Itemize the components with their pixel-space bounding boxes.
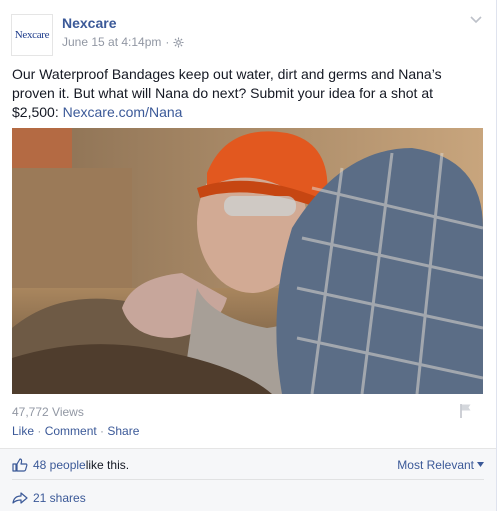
thumbs-up-icon <box>12 457 28 472</box>
post-card: Nexcare Nexcare June 15 at 4:14pm · Our … <box>0 0 497 511</box>
meta-separator: · <box>165 35 170 49</box>
video-frame <box>12 128 483 394</box>
shares-link[interactable]: 21 shares <box>33 491 86 505</box>
post-meta: June 15 at 4:14pm · <box>62 35 184 49</box>
sort-dropdown[interactable]: Most Relevant <box>397 458 484 472</box>
share-arrow-icon <box>12 492 28 504</box>
page-name-link[interactable]: Nexcare <box>62 15 117 31</box>
view-count: 47,772 Views <box>12 405 84 419</box>
chevron-down-icon[interactable] <box>470 16 482 24</box>
likes-suffix: like this. <box>85 457 130 472</box>
flag-icon[interactable] <box>459 403 473 419</box>
page-logo-text: Nexcare <box>14 29 50 41</box>
action-separator: · <box>96 424 108 438</box>
like-link[interactable]: Like <box>12 424 34 438</box>
page-avatar[interactable]: Nexcare <box>11 14 53 56</box>
post-message: Our Waterproof Bandages keep out water, … <box>12 65 482 122</box>
video-player[interactable] <box>12 128 483 394</box>
post-actions: Like · Comment · Share <box>12 424 139 438</box>
shares-row: 21 shares <box>12 483 484 511</box>
post-link[interactable]: Nexcare.com/Nana <box>63 104 183 120</box>
comment-link[interactable]: Comment <box>45 424 97 438</box>
share-link[interactable]: Share <box>107 424 139 438</box>
likes-row: 48 people like this. Most Relevant <box>12 450 484 480</box>
caret-down-icon <box>477 462 484 467</box>
ufi-footer: 48 people like this. Most Relevant 21 sh… <box>0 448 496 511</box>
globe-icon <box>173 36 184 48</box>
post-timestamp[interactable]: June 15 at 4:14pm <box>62 35 161 49</box>
action-separator: · <box>34 424 45 438</box>
likes-count-link[interactable]: 48 people <box>33 458 86 472</box>
sort-label: Most Relevant <box>397 457 474 472</box>
